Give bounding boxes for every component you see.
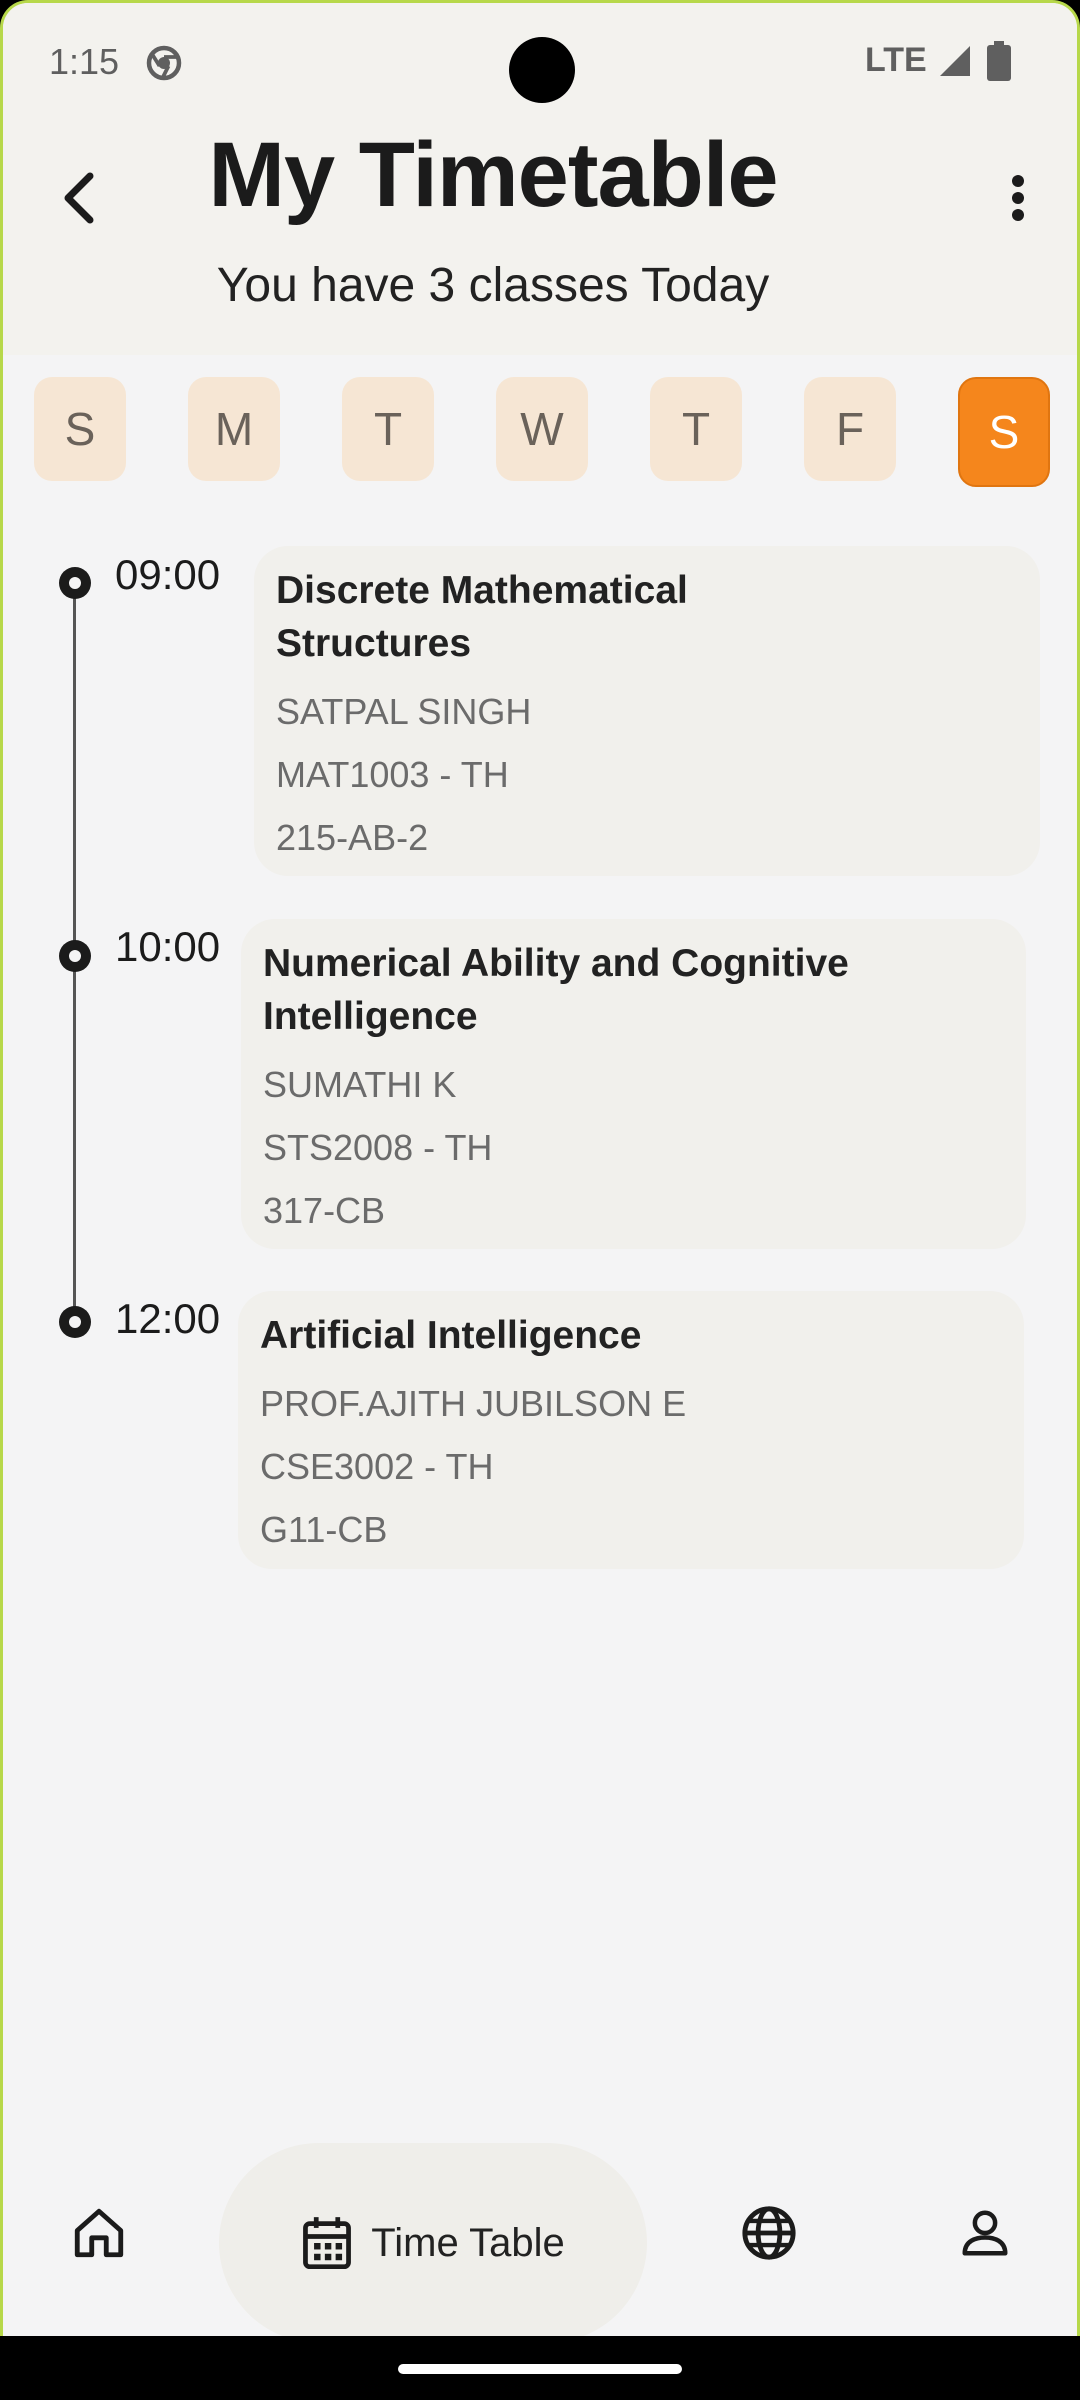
timeline-dot xyxy=(59,567,91,599)
home-icon xyxy=(74,2208,124,2258)
globe-icon xyxy=(742,2206,796,2260)
more-options-button[interactable] xyxy=(993,163,1043,233)
class-time: 09:00 xyxy=(115,551,221,598)
page-subtitle: You have 3 classes Today xyxy=(216,259,770,312)
page-title: My Timetable xyxy=(208,124,778,226)
nav-profile[interactable] xyxy=(945,2193,1025,2273)
calendar-icon xyxy=(303,2217,352,2270)
class-faculty: SUMATHI K xyxy=(263,1064,457,1105)
day-wednesday[interactable]: W xyxy=(496,377,588,481)
class-title-line-1: Discrete Mathematical xyxy=(276,569,688,612)
class-time: 10:00 xyxy=(115,923,221,970)
front-camera xyxy=(509,37,575,103)
battery-icon xyxy=(987,41,1011,81)
nav-timetable-selected[interactable]: Time Table xyxy=(219,2143,647,2336)
gesture-navigation-bar[interactable] xyxy=(398,2364,682,2374)
day-tuesday[interactable]: T xyxy=(342,377,434,481)
class-time: 12:00 xyxy=(115,1295,221,1342)
day-monday[interactable]: M xyxy=(188,377,280,481)
class-title: Discrete Mathematical Structures xyxy=(276,564,1018,670)
class-title-line-2: Structures xyxy=(276,622,472,665)
class-title: Numerical Ability and Cognitive Intellig… xyxy=(263,937,1004,1043)
person-icon xyxy=(962,2210,1008,2256)
class-room: 215-AB-2 xyxy=(276,817,429,858)
timeline-dot xyxy=(59,940,91,972)
class-room: G11-CB xyxy=(260,1509,388,1550)
class-card[interactable]: Discrete Mathematical Structures SATPAL … xyxy=(254,546,1040,876)
chrome-icon xyxy=(146,45,182,81)
timeline-dot xyxy=(59,1306,91,1338)
more-vert-icon xyxy=(1012,175,1024,221)
signal-icon xyxy=(940,46,970,76)
day-saturday-selected[interactable]: S xyxy=(958,377,1050,487)
nav-web[interactable] xyxy=(729,2193,809,2273)
day-thursday[interactable]: T xyxy=(650,377,742,481)
class-title-line-2: Intelligence xyxy=(263,995,478,1038)
class-title: Artificial Intelligence xyxy=(260,1314,642,1357)
class-card[interactable]: Artificial Intelligence PROF.AJITH JUBIL… xyxy=(238,1291,1024,1569)
class-card[interactable]: Numerical Ability and Cognitive Intellig… xyxy=(241,919,1026,1249)
nav-timetable-label: Time Table xyxy=(371,2220,565,2265)
nav-home[interactable] xyxy=(59,2193,139,2273)
class-code: STS2008 - TH xyxy=(263,1127,493,1168)
class-title-line-1: Numerical Ability and Cognitive xyxy=(263,942,849,985)
class-code: MAT1003 - TH xyxy=(276,754,509,795)
app-screen: 1:15 LTE My Timetable You have 3 classes… xyxy=(0,0,1080,2336)
day-sunday[interactable]: S xyxy=(34,377,126,481)
class-faculty: SATPAL SINGH xyxy=(276,691,532,732)
class-faculty: PROF.AJITH JUBILSON E xyxy=(260,1383,687,1424)
class-code: CSE3002 - TH xyxy=(260,1446,494,1487)
day-friday[interactable]: F xyxy=(804,377,896,481)
network-type: LTE xyxy=(865,41,927,79)
class-room: 317-CB xyxy=(263,1190,386,1231)
status-time: 1:15 xyxy=(49,41,120,82)
